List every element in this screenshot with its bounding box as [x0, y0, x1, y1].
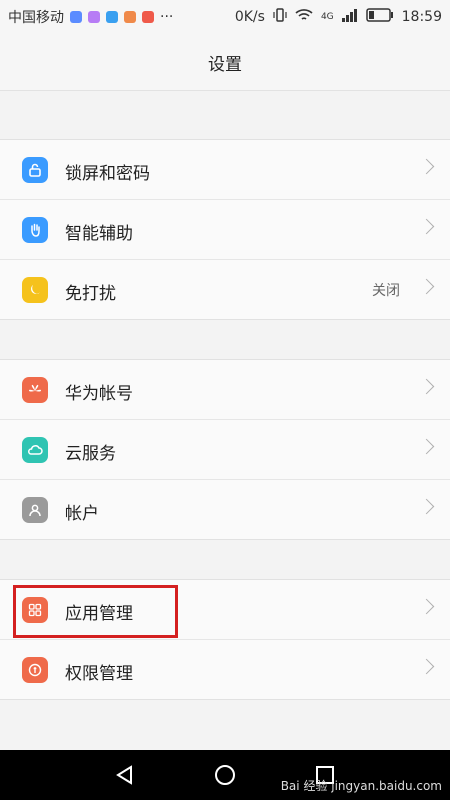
settings-item-lock-screen[interactable]: 锁屏和密码 [0, 140, 450, 200]
settings-item-accounts[interactable]: 帐户 [0, 480, 450, 539]
more-notifications-icon: ··· [160, 9, 174, 25]
network-speed: 0K/s [234, 9, 265, 25]
network-type: 4G [320, 12, 334, 22]
settings-item-label: 云服务 [65, 444, 116, 464]
qq-notification-icon [70, 11, 82, 23]
status-bar: 中国移动 ··· 0K/s 4G 18:59 [0, 0, 450, 32]
huawei-logo-icon [22, 377, 48, 403]
person-icon [22, 497, 48, 523]
chevron-right-icon [418, 278, 435, 295]
signal-icon [341, 8, 358, 26]
settings-item-permission-management[interactable]: 权限管理 [0, 640, 450, 699]
chevron-right-icon [418, 218, 435, 235]
settings-item-cloud-service[interactable]: 云服务 [0, 420, 450, 480]
chevron-right-icon [418, 158, 435, 175]
settings-item-label: 智能辅助 [65, 224, 133, 244]
settings-item-label: 锁屏和密码 [65, 164, 150, 184]
battery-icon [365, 8, 394, 26]
permission-key-icon [22, 657, 48, 683]
chevron-right-icon [418, 598, 435, 615]
settings-item-huawei-account[interactable]: 华为帐号 [0, 360, 450, 420]
app-notification-icon-2 [124, 11, 136, 23]
settings-item-label: 权限管理 [65, 664, 133, 684]
moon-icon [22, 277, 48, 303]
highlight-box [13, 585, 178, 638]
page-title: 设置 [208, 55, 242, 75]
chevron-right-icon [418, 438, 435, 455]
hand-icon [22, 217, 48, 243]
settings-item-label: 华为帐号 [65, 384, 133, 404]
clock: 18:59 [401, 9, 442, 25]
do-not-disturb-status: 关闭 [372, 283, 400, 299]
navigation-bar: Bai 经验 jingyan.baidu.com [0, 750, 450, 800]
app-notification-icon [106, 11, 118, 23]
vibrate-icon [273, 7, 287, 27]
cloud-icon [22, 437, 48, 463]
settings-item-label: 免打扰 [65, 284, 116, 304]
title-bar: 设置 [0, 32, 450, 91]
settings-group-security: 锁屏和密码 智能辅助 免打扰 关闭 [0, 139, 450, 320]
settings-item-smart-assist[interactable]: 智能辅助 [0, 200, 450, 260]
chevron-right-icon [418, 378, 435, 395]
huawei-notification-icon [142, 11, 154, 23]
chevron-right-icon [418, 658, 435, 675]
home-icon[interactable] [213, 763, 237, 791]
settings-item-do-not-disturb[interactable]: 免打扰 关闭 [0, 260, 450, 319]
chevron-right-icon [418, 498, 435, 515]
back-icon[interactable] [113, 763, 137, 791]
carrier-label: 中国移动 [8, 10, 64, 26]
wifi-icon [295, 8, 313, 26]
gallery-notification-icon [88, 11, 100, 23]
watermark: Bai 经验 jingyan.baidu.com [280, 779, 442, 793]
settings-group-accounts: 华为帐号 云服务 帐户 [0, 359, 450, 540]
settings-item-label: 帐户 [65, 504, 99, 524]
lock-icon [22, 157, 48, 183]
